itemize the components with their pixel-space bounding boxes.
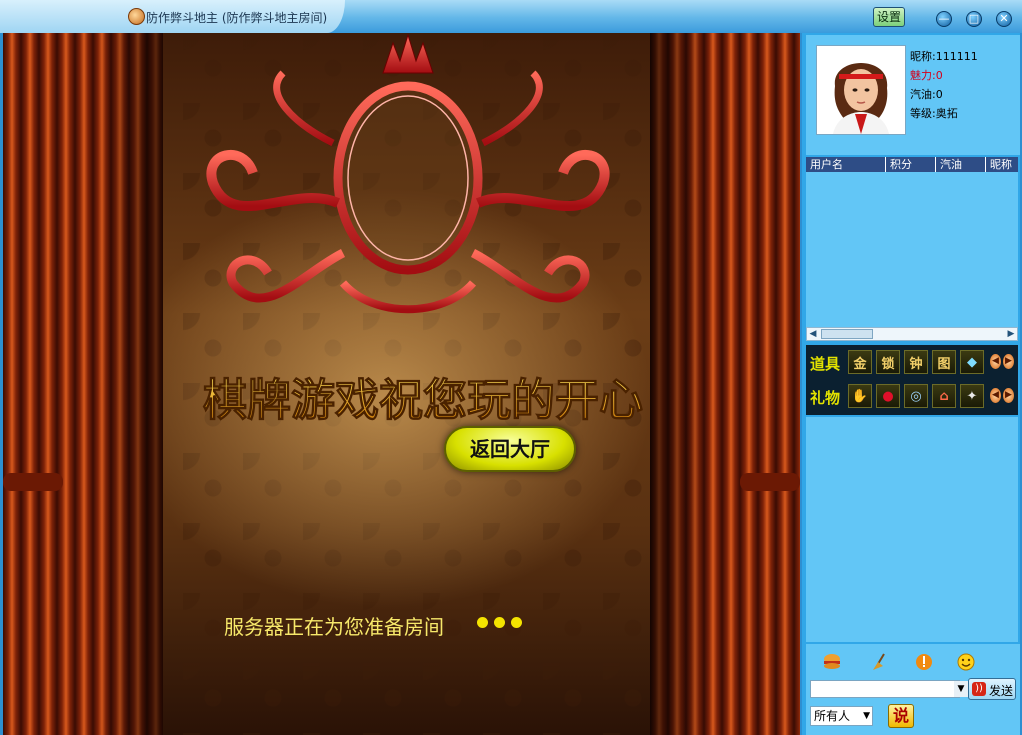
- alert-bell-icon[interactable]: [914, 652, 934, 672]
- speak-button[interactable]: 说: [888, 704, 914, 728]
- scroll-thumb[interactable]: [821, 329, 873, 339]
- headline-text: 棋牌游戏祝您玩的开心: [203, 375, 643, 426]
- chat-target-select[interactable]: 所有人 ▼: [810, 706, 873, 726]
- crown-frame-emblem: [206, 33, 610, 314]
- side-panel: 昵称:111111 魅力:0 汽油:0 等级:奥拓 用户名 积分 汽油 昵称 ◀…: [802, 33, 1020, 735]
- maximize-icon[interactable]: □: [966, 11, 982, 27]
- loading-dot: [494, 617, 505, 628]
- settings-button[interactable]: 设置: [873, 7, 905, 27]
- column-username[interactable]: 用户名: [806, 157, 886, 172]
- chevron-down-icon: ▼: [863, 711, 870, 721]
- panel-blank-area: [806, 417, 1018, 642]
- right-curtain-tie: [740, 473, 800, 491]
- props-prev-icon[interactable]: ◀: [990, 354, 1001, 369]
- profile-gas: 汽油:0: [910, 88, 943, 101]
- column-gas[interactable]: 汽油: [936, 157, 986, 172]
- close-icon[interactable]: ✕: [996, 11, 1012, 27]
- return-lobby-button[interactable]: 返回大厅: [444, 426, 576, 472]
- car-icon[interactable]: ◎: [904, 384, 928, 408]
- item-bar: 道具 金 锁 钟 图 ◆ ◀ ▶ 礼物 ✋ ● ◎ ⌂ ✦ ◀ ▶: [806, 345, 1018, 415]
- send-label: 发送: [989, 684, 1014, 698]
- props-row: 道具 金 锁 钟 图 ◆ ◀ ▶: [806, 347, 1018, 379]
- hand-icon[interactable]: ✋: [848, 384, 872, 408]
- diamond-icon[interactable]: ◆: [960, 350, 984, 374]
- player-list: 用户名 积分 汽油 昵称: [806, 157, 1018, 327]
- props-label: 道具: [810, 355, 841, 373]
- chat-target-value: 所有人: [814, 709, 851, 723]
- gifts-next-icon[interactable]: ▶: [1003, 388, 1014, 403]
- scroll-right-icon[interactable]: ▶: [1005, 328, 1017, 340]
- lips-icon[interactable]: ●: [876, 384, 900, 408]
- scroll-left-icon[interactable]: ◀: [807, 328, 819, 340]
- smiley-icon[interactable]: [956, 652, 976, 672]
- chat-panel: ▼ )) 发送 所有人 ▼ 说: [806, 644, 1020, 735]
- broom-icon[interactable]: [870, 652, 890, 672]
- headline-banner: 棋牌游戏祝您玩的开心: [203, 375, 644, 427]
- picture-card-icon[interactable]: 图: [932, 350, 956, 374]
- minimize-icon[interactable]: —: [936, 11, 952, 27]
- game-stage: 棋牌游戏祝您玩的开心 返回大厅 服务器正在为您准备房间: [3, 33, 800, 735]
- gifts-prev-icon[interactable]: ◀: [990, 388, 1001, 403]
- send-rss-icon: )): [972, 682, 986, 696]
- avatar: [816, 45, 906, 135]
- status-message: 服务器正在为您准备房间: [224, 615, 444, 639]
- column-nickname[interactable]: 昵称: [986, 157, 1018, 172]
- loading-dots: [477, 617, 528, 631]
- chat-toolbar: [806, 652, 1020, 674]
- app-logo-icon: [128, 8, 145, 25]
- clock-card-icon[interactable]: 钟: [904, 350, 928, 374]
- profile-info: 昵称:111111 魅力:0 汽油:0 等级:奥拓: [910, 47, 978, 123]
- player-list-scrollbar[interactable]: ◀ ▶: [806, 327, 1018, 341]
- loading-dot: [477, 617, 488, 628]
- chat-input[interactable]: [810, 680, 960, 698]
- title-bar: 防作弊斗地主 (防作弊斗地主房间) 设置 — □ ✕: [0, 0, 1022, 33]
- gifts-label: 礼物: [810, 389, 841, 407]
- player-list-header: 用户名 积分 汽油 昵称: [806, 157, 1018, 172]
- profile-level: 等级:奥拓: [910, 107, 958, 120]
- chat-history-dropdown-icon[interactable]: ▼: [954, 681, 968, 697]
- gold-card-icon[interactable]: 金: [848, 350, 872, 374]
- loading-dot: [511, 617, 522, 628]
- send-button[interactable]: )) 发送: [968, 678, 1016, 700]
- gifts-row: 礼物 ✋ ● ◎ ⌂ ✦ ◀ ▶: [806, 381, 1018, 413]
- hamburger-food-icon[interactable]: [822, 652, 842, 672]
- profile-charm: 魅力:0: [910, 69, 943, 82]
- profile-nickname: 昵称:111111: [910, 50, 978, 63]
- left-curtain-tie: [3, 473, 63, 491]
- window-title: 防作弊斗地主 (防作弊斗地主房间): [146, 11, 328, 25]
- props-next-icon[interactable]: ▶: [1003, 354, 1014, 369]
- column-score[interactable]: 积分: [886, 157, 936, 172]
- house-icon[interactable]: ⌂: [932, 384, 956, 408]
- lock-card-icon[interactable]: 锁: [876, 350, 900, 374]
- player-profile: 昵称:111111 魅力:0 汽油:0 等级:奥拓: [806, 35, 1020, 155]
- cat-icon[interactable]: ✦: [960, 384, 984, 408]
- left-curtain: [3, 33, 163, 735]
